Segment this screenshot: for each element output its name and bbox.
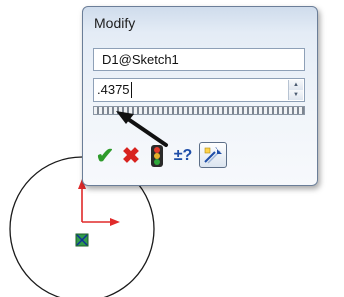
arrow-line [126,117,168,147]
pointer-overlay [116,111,168,147]
